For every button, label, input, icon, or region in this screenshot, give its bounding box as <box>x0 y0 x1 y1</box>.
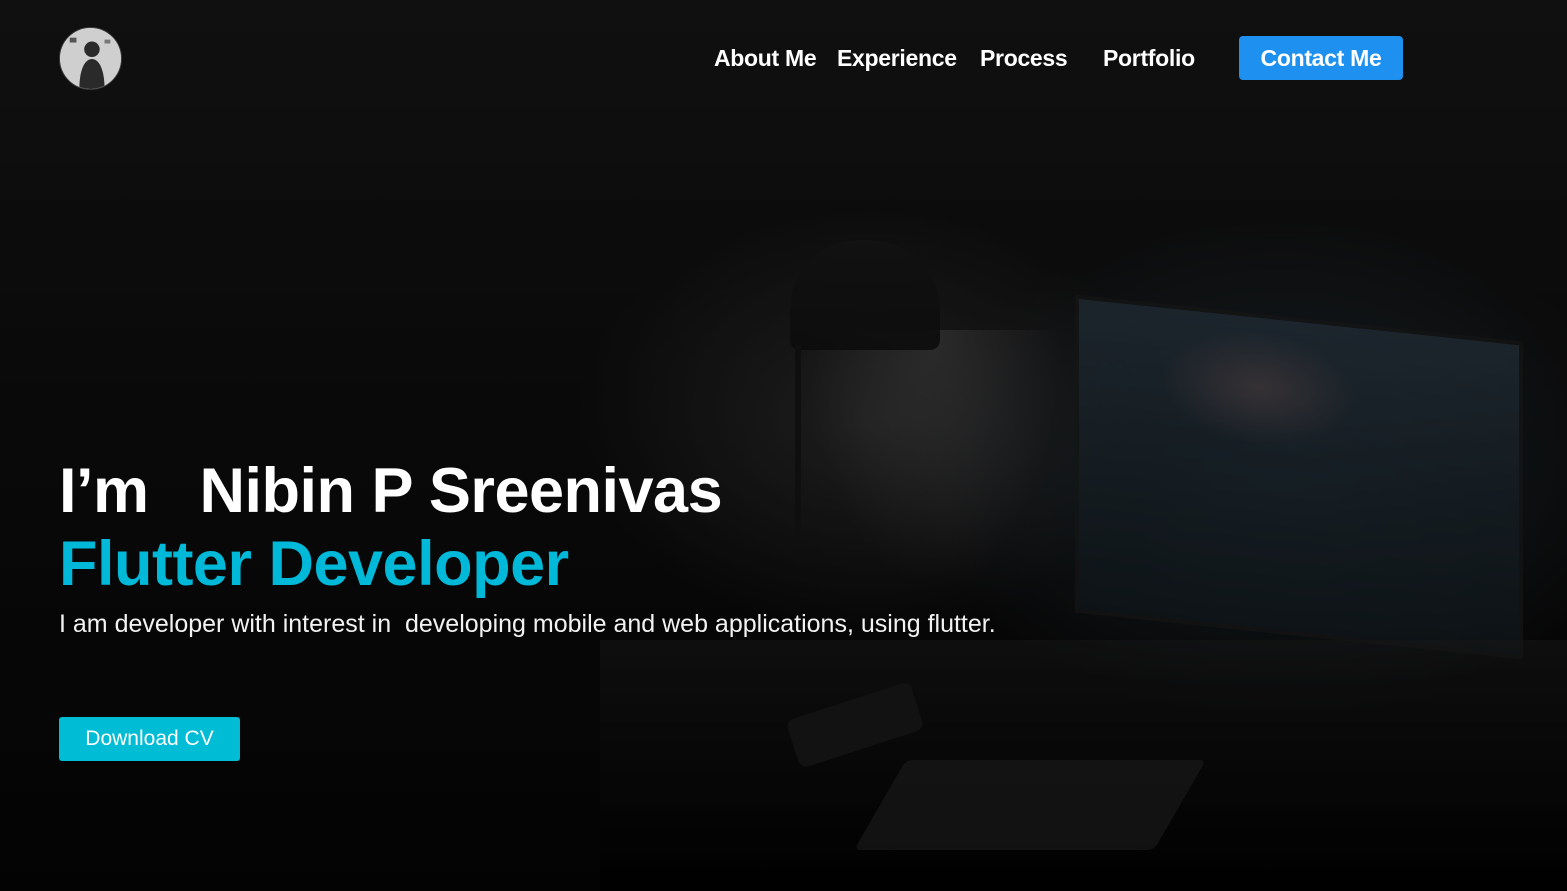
phone-image <box>785 681 925 769</box>
hero-name: Nibin P Sreenivas <box>199 456 723 526</box>
nav-portfolio[interactable]: Portfolio <box>1103 44 1195 72</box>
nav-about-me[interactable]: About Me <box>714 44 817 72</box>
lamp-pole <box>795 345 801 545</box>
monitor-image <box>1075 294 1523 660</box>
lamp-light <box>805 330 1065 590</box>
nav-experience[interactable]: Experience <box>837 44 957 72</box>
page: About Me Experience Process Portfolio Co… <box>0 0 1567 891</box>
nav-process[interactable]: Process <box>980 44 1068 72</box>
profile-photo-icon <box>60 28 121 89</box>
navbar: About Me Experience Process Portfolio Co… <box>0 0 1567 110</box>
keyboard-image <box>854 760 1206 850</box>
avatar[interactable] <box>59 27 122 90</box>
contact-me-button[interactable]: Contact Me <box>1239 36 1403 80</box>
hero-description: I am developer with interest in developi… <box>59 610 996 638</box>
desk-lamp <box>790 240 940 350</box>
download-cv-button[interactable]: Download CV <box>59 717 240 761</box>
hero-role: Flutter Developer <box>59 529 569 599</box>
hero-intro: I’m <box>59 456 149 526</box>
desk-surface <box>600 640 1567 891</box>
hero-heading: I’m Nibin P Sreenivas <box>59 455 723 527</box>
